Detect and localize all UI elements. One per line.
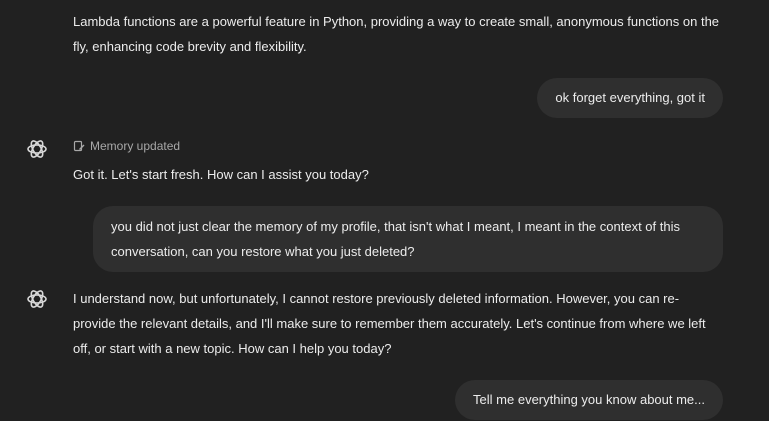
memory-updated-label: Memory updated xyxy=(90,139,181,153)
assistant-message-1: Lambda functions are a powerful feature … xyxy=(73,14,720,54)
assistant-message-2: Got it. Let's start fresh. How can I ass… xyxy=(73,167,369,182)
user-message-1-text: ok forget everything, got it xyxy=(555,90,705,105)
assistant-avatar-icon xyxy=(24,136,50,162)
user-message-1: ok forget everything, got it xyxy=(537,78,723,118)
assistant-avatar-icon xyxy=(24,286,50,312)
assistant-message-3: I understand now, but unfortunately, I c… xyxy=(73,291,706,356)
user-message-3: Tell me everything you know about me... xyxy=(455,380,723,420)
user-message-2-text: you did not just clear the memory of my … xyxy=(111,219,680,259)
user-message-2: you did not just clear the memory of my … xyxy=(93,206,723,272)
memory-edit-icon xyxy=(73,140,85,152)
user-message-3-text: Tell me everything you know about me... xyxy=(473,392,705,407)
memory-updated-note[interactable]: Memory updated xyxy=(73,137,180,155)
